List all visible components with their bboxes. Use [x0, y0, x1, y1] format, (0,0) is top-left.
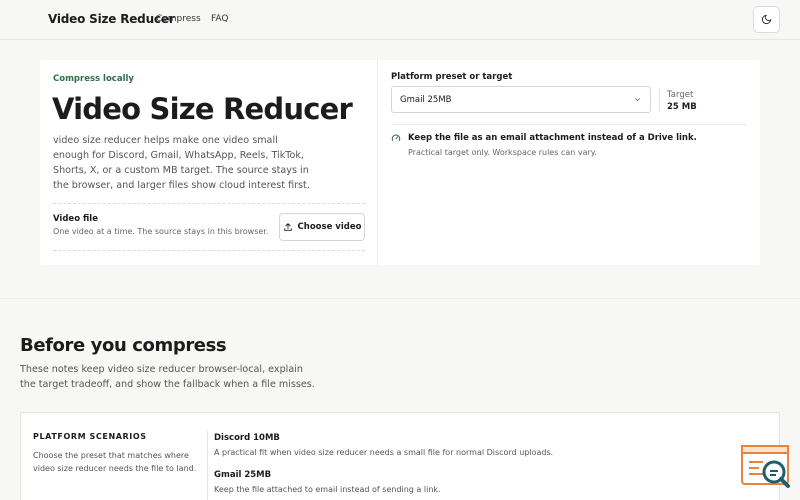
preset-selected-value: Gmail 25MB	[400, 94, 452, 105]
feedback-widget-icon[interactable]	[740, 444, 792, 490]
choose-video-label: Choose video	[297, 222, 362, 232]
preset-select[interactable]: Gmail 25MB	[391, 86, 651, 113]
scenarios-description: Choose the preset that matches where vid…	[33, 451, 197, 473]
top-header: Video Size Reducer Compress FAQ	[0, 0, 800, 40]
divider	[391, 124, 747, 125]
section-separator	[0, 298, 800, 299]
platform-scenarios-card: PLATFORM SCENARIOS Choose the preset tha…	[20, 412, 780, 500]
moon-icon	[761, 14, 772, 25]
upload-icon	[283, 223, 292, 231]
scenarios-heading: PLATFORM SCENARIOS	[33, 432, 147, 441]
chevron-down-icon	[634, 98, 641, 102]
hero-panel: Compress locally Video Size Reducer vide…	[40, 60, 760, 265]
divider	[53, 203, 365, 204]
scenario-desc-gmail: Keep the file attached to email instead …	[214, 485, 441, 494]
scenario-title-gmail: Gmail 25MB	[214, 470, 272, 480]
target-note-title: Keep the file as an email attachment ins…	[408, 133, 697, 143]
nav-faq[interactable]: FAQ	[211, 14, 228, 24]
divider	[53, 250, 365, 251]
section-title: Before you compress	[20, 335, 227, 356]
theme-toggle-button[interactable]	[753, 6, 780, 33]
target-label: Target	[667, 90, 694, 100]
target-divider	[659, 88, 660, 112]
target-value: 25 MB	[667, 102, 697, 112]
video-file-help: One video at a time. The source stays in…	[53, 227, 269, 236]
preset-label: Platform preset or target	[391, 72, 513, 82]
eyebrow-label: Compress locally	[53, 74, 134, 84]
gauge-icon	[391, 134, 401, 141]
video-file-label: Video file	[53, 214, 98, 224]
nav-compress[interactable]: Compress	[156, 14, 201, 24]
scenario-title-discord: Discord 10MB	[214, 433, 280, 443]
panel-divider	[377, 60, 378, 265]
page-title: Video Size Reducer	[52, 92, 353, 126]
scenario-desc-discord: A practical fit when video size reducer …	[214, 448, 554, 457]
hero-description: video size reducer helps make one video …	[53, 135, 310, 191]
choose-video-button[interactable]: Choose video	[279, 213, 365, 241]
target-note-sub: Practical target only. Workspace rules c…	[408, 148, 597, 157]
section-description: These notes keep video size reducer brow…	[20, 364, 315, 390]
scenarios-divider	[207, 431, 208, 500]
